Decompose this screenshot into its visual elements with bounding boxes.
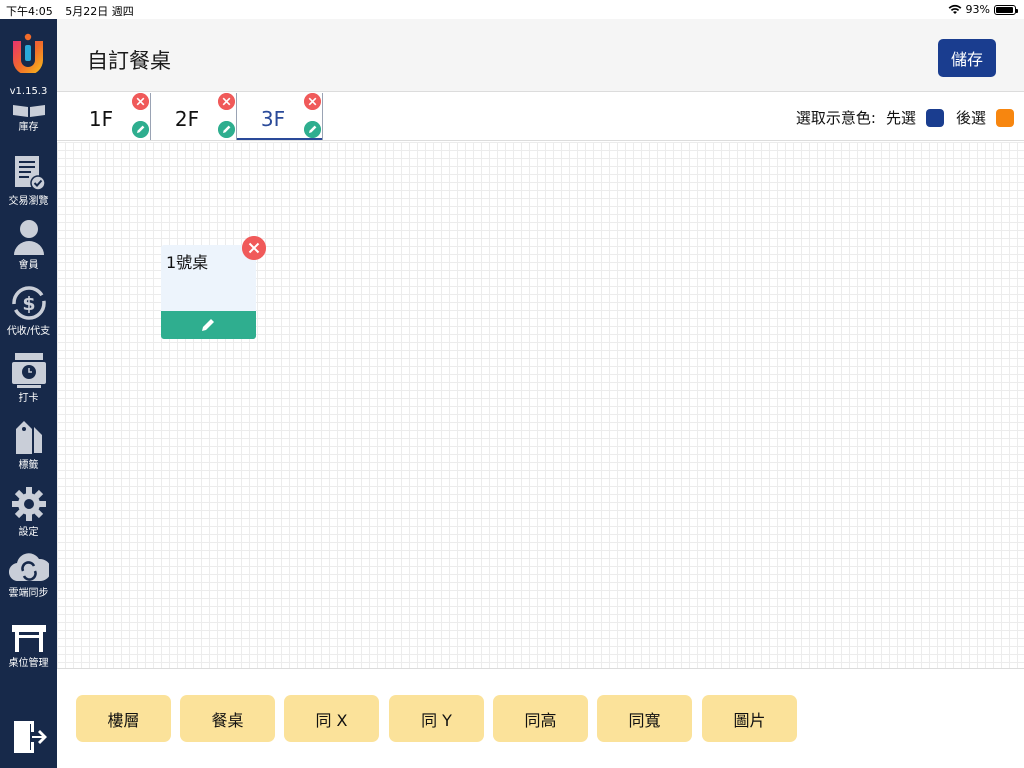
save-button[interactable]: 儲存: [938, 39, 996, 77]
sidebar-item-table-management[interactable]: 桌位管理: [0, 623, 57, 669]
legend-label: 選取示意色:: [795, 109, 876, 127]
sidebar-item-members[interactable]: 會員: [0, 219, 57, 271]
floor-tab-3f[interactable]: 3F: [237, 93, 323, 140]
gear-icon: [11, 487, 46, 521]
clock-machine-icon: [11, 353, 46, 388]
app-logo[interactable]: [11, 33, 45, 73]
person-icon: [13, 220, 44, 255]
floor-tab-2f[interactable]: 2F: [151, 93, 237, 140]
legend-secondary-swatch: [996, 108, 1014, 127]
tag-icon: [15, 421, 42, 454]
svg-text:$: $: [22, 293, 35, 315]
legend-primary-swatch: [925, 108, 944, 127]
image-button[interactable]: 圖片: [702, 695, 797, 742]
status-bar: 下午4:05 5月22日 週四 93%: [0, 0, 1024, 19]
legend-secondary-label: 後選: [955, 109, 986, 127]
floor-tab-label: 2F: [174, 107, 200, 131]
receipt-icon: [14, 156, 46, 191]
battery-fill: [996, 6, 1013, 13]
delete-table-icon[interactable]: [242, 236, 266, 260]
table-button[interactable]: 餐桌: [180, 695, 275, 742]
sidebar-item-label: 設定: [18, 527, 39, 538]
sidebar-item-label: 雲端同步: [8, 588, 49, 599]
delete-floor-icon[interactable]: [132, 93, 149, 110]
table-icon: [11, 625, 46, 652]
status-time: 下午4:05: [6, 5, 53, 18]
page-title: 自訂餐桌: [87, 49, 171, 73]
sidebar-item-label: 桌位管理: [8, 658, 49, 669]
sidebar-item-label: 庫存: [18, 122, 39, 133]
app-version: v1.15.3: [9, 86, 48, 97]
sidebar-item-labels[interactable]: 標籤: [0, 419, 57, 471]
table-name: 1號桌: [166, 253, 209, 272]
sidebar-item-label: 代收/代支: [6, 326, 51, 337]
sidebar-item-inventory[interactable]: 庫存: [0, 105, 57, 133]
sidebar-item-collect-pay[interactable]: $ 代收/代支: [0, 285, 57, 337]
selection-color-legend: 選取示意色: 先選 後選: [796, 107, 1014, 128]
book-icon: [12, 105, 45, 117]
sidebar-item-label: 打卡: [18, 393, 39, 404]
sidebar-item-label: 標籤: [18, 460, 39, 471]
align-x-button[interactable]: 同 X: [284, 695, 379, 742]
legend-primary-label: 先選: [885, 109, 916, 127]
edit-floor-icon[interactable]: [304, 121, 321, 138]
cloud-sync-icon: [8, 553, 49, 582]
floor-tab-label: 1F: [88, 107, 114, 131]
pencil-icon: [202, 319, 214, 331]
same-height-button[interactable]: 同高: [493, 695, 588, 742]
align-y-button[interactable]: 同 Y: [389, 695, 484, 742]
sidebar-item-label: 交易瀏覽: [8, 196, 49, 207]
sidebar-item-settings[interactable]: 設定: [0, 486, 57, 538]
status-date: 5月22日 週四: [65, 5, 134, 18]
edit-floor-icon[interactable]: [218, 121, 235, 138]
same-width-button[interactable]: 同寬: [597, 695, 692, 742]
battery-icon: [994, 4, 1018, 15]
sidebar-item-clock-in[interactable]: 打卡: [0, 352, 57, 404]
floor-tab-label: 3F: [260, 107, 286, 131]
edit-table-button[interactable]: [161, 311, 256, 339]
floor-button[interactable]: 樓層: [76, 695, 171, 742]
floor-plan-canvas[interactable]: 1號桌: [57, 142, 1024, 669]
delete-floor-icon[interactable]: [218, 93, 235, 110]
table-card[interactable]: 1號桌: [161, 236, 266, 339]
logout-icon[interactable]: [12, 719, 48, 755]
header: 自訂餐桌 儲存: [57, 19, 1024, 92]
dollar-cycle-icon: $: [11, 286, 46, 320]
sidebar-item-transactions[interactable]: 交易瀏覽: [0, 155, 57, 207]
floor-tab-bar: 1F 2F 3F 選取示意色: 先選 後選: [57, 93, 1024, 141]
wifi-icon: [948, 4, 961, 14]
sidebar: v1.15.3 庫存 交易瀏覽 會員 $ 代收/代支 打卡 標籤 設定 雲端同步…: [0, 19, 57, 768]
battery-percent: 93%: [965, 3, 990, 16]
bottom-toolbar: 樓層 餐桌 同 X 同 Y 同高 同寬 圖片: [57, 670, 1024, 768]
floor-tab-1f[interactable]: 1F: [65, 93, 151, 140]
edit-floor-icon[interactable]: [132, 121, 149, 138]
sidebar-item-label: 會員: [18, 260, 39, 271]
delete-floor-icon[interactable]: [304, 93, 321, 110]
sidebar-item-cloud-sync[interactable]: 雲端同步: [0, 549, 57, 599]
